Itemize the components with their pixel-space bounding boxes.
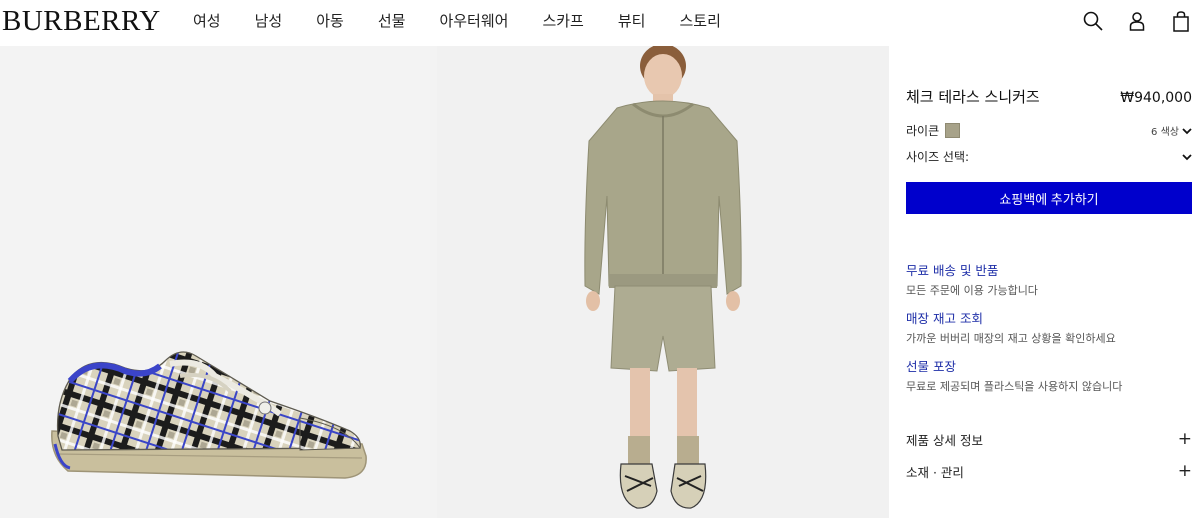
service-desc: 모든 주문에 이용 가능합니다 [906,284,1038,297]
nav-item-kids[interactable]: 아동 [316,10,344,31]
service-free-shipping: 무료 배송 및 반품 모든 주문에 이용 가능합니다 [906,260,1192,298]
accordion-label: 제품 상세 정보 [906,433,983,448]
accordion-label: 소재 · 관리 [906,465,964,480]
nav-item-scarves[interactable]: 스카프 [542,10,583,31]
service-gift-wrap: 선물 포장 무료로 제공되며 플라스틱을 사용하지 않습니다 [906,356,1192,394]
main-nav: 여성 남성 아동 선물 아우터웨어 스카프 뷰티 스토리 [193,10,755,31]
plus-icon: + [1177,461,1192,481]
accordion-material-care[interactable]: 소재 · 관리 + [906,462,1192,481]
accordion-product-details[interactable]: 제품 상세 정보 + [906,430,1192,449]
color-count-label: 6 색상 [1151,127,1179,138]
service-title-link[interactable]: 선물 포장 [906,356,1192,375]
model-wearing-outfit-image[interactable] [437,46,889,518]
color-selector: 라이큰 6 색상 [906,122,1192,139]
product-price: ₩940,000 [1120,90,1192,106]
search-icon[interactable] [1082,9,1104,33]
account-icon[interactable] [1126,9,1148,33]
brand-logo[interactable]: BURBERRY [2,5,161,38]
size-selector[interactable]: 사이즈 선택: [906,148,1192,165]
service-desc: 가까운 버버리 매장의 재고 상황을 확인하세요 [906,332,1116,345]
nav-item-women[interactable]: 여성 [193,10,221,31]
shopping-bag-icon[interactable] [1170,9,1192,33]
add-to-bag-button[interactable]: 쇼핑백에 추가하기 [906,182,1192,214]
service-title-link[interactable]: 매장 재고 조회 [906,308,1192,327]
service-store-stock: 매장 재고 조회 가까운 버버리 매장의 재고 상황을 확인하세요 [906,308,1192,346]
nav-item-men[interactable]: 남성 [255,10,283,31]
nav-item-beauty[interactable]: 뷰티 [618,10,646,31]
sneaker-product-image[interactable] [0,46,437,518]
color-name: 라이큰 [906,124,940,138]
color-swatch[interactable] [945,123,961,138]
service-desc: 무료로 제공되며 플라스틱을 사용하지 않습니다 [906,380,1123,393]
service-title-link[interactable]: 무료 배송 및 반품 [906,260,1192,279]
site-header: BURBERRY 여성 남성 아동 선물 아우터웨어 스카프 뷰티 스토리 [0,0,1200,46]
size-label: 사이즈 선택: [906,150,970,164]
nav-item-outerwear[interactable]: 아우터웨어 [439,10,508,31]
plus-icon: + [1177,429,1192,449]
nav-item-gifts[interactable]: 선물 [378,10,406,31]
chevron-down-icon [1182,153,1192,160]
product-title-row: 체크 테라스 스니커즈 ₩940,000 [906,86,1192,107]
header-actions [1060,9,1192,33]
current-color: 라이큰 [906,122,961,139]
nav-item-story[interactable]: 스토리 [679,10,720,31]
chevron-down-icon [1182,127,1192,134]
product-title: 체크 테라스 스니커즈 [906,88,1040,106]
color-count-dropdown[interactable]: 6 색상 [1151,123,1192,138]
